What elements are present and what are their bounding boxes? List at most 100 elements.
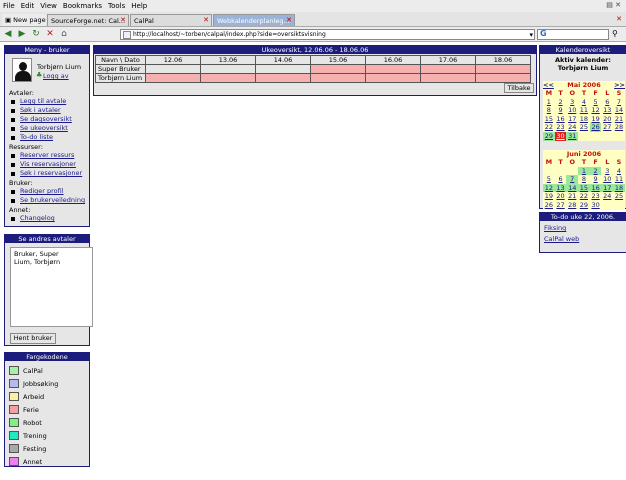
home-icon[interactable]: ⌂ [58,28,70,40]
day-cell[interactable] [255,64,311,74]
todo-item[interactable]: CalPal web [544,235,626,243]
link-search-reservations[interactable]: Søk i reservasjoner [11,169,89,178]
day-cell[interactable] [475,73,531,83]
tab-new-page[interactable]: ▣ New page [2,14,46,26]
calendar-day[interactable]: 30 [554,131,567,141]
link-week-overview[interactable]: Se ukeoversikt [11,124,89,133]
calendar-day[interactable]: 18 [613,183,625,193]
calendar-day[interactable]: 9 [590,175,602,184]
calendar-day[interactable]: 23 [555,123,567,132]
search-icon[interactable]: ⚲ [612,29,618,38]
calendar-day[interactable]: 5 [543,175,555,184]
calendar-day[interactable]: 22 [543,123,555,132]
link-show-reservations[interactable]: Vis reservasjoner [11,160,89,169]
calendar-day[interactable]: 20 [555,192,567,201]
calendar-day[interactable]: 27 [555,201,567,210]
back-button[interactable]: Tilbake [504,83,534,93]
calendar-day[interactable]: 25 [613,192,625,201]
calendar-day[interactable]: 4 [578,98,590,107]
calendar-day[interactable]: 28 [613,123,625,132]
calendar-day[interactable]: 1 [578,166,590,176]
calendar-day[interactable]: 6 [555,175,567,184]
close-tab-icon[interactable]: ✕ [120,16,126,24]
todo-item[interactable]: Fiksing [544,221,626,235]
stop-icon[interactable]: ✕ [44,28,56,40]
calendar-day[interactable]: 22 [578,192,590,201]
calendar-day[interactable]: 13 [601,106,613,115]
calendar-day[interactable]: 8 [543,106,555,115]
calendar-day[interactable]: 4 [613,167,625,176]
link-todo-list[interactable]: To-do liste [11,133,89,142]
fetch-user-button[interactable]: Hent bruker [10,333,56,344]
day-cell[interactable] [365,64,421,74]
calendar-day[interactable]: 7 [613,98,625,107]
close-tab-icon[interactable]: ✕ [286,16,292,24]
calendar-day[interactable]: 3 [601,167,613,176]
menu-view[interactable]: View [37,2,60,10]
calendar-day[interactable]: 21 [566,192,578,201]
window-controls-icon[interactable]: ▤ ✕ [603,1,624,9]
calendar-day[interactable]: 14 [613,106,625,115]
chevron-down-icon[interactable]: ▾ [529,30,533,40]
list-item[interactable]: Bruker, Super [14,250,89,258]
menu-help[interactable]: Help [128,2,150,10]
link-reserve-resource[interactable]: Reserver ressurs [11,151,89,160]
calendar-day[interactable]: 14 [566,183,579,193]
day-cell[interactable] [420,73,476,83]
calendar-day[interactable]: 5 [590,98,602,107]
calendar-day[interactable]: 15 [543,115,555,124]
tab-webkalender[interactable]: Webkalenderplanleg... ✕ [213,14,295,26]
calendar-day[interactable]: 24 [566,123,578,132]
calendar-day[interactable]: 2 [555,98,567,107]
calendar-day[interactable]: 16 [555,115,567,124]
calendar-day[interactable]: 3 [566,98,578,107]
calendar-day[interactable]: 7 [566,175,579,184]
day-cell[interactable] [365,73,421,83]
calendar-day[interactable]: 11 [613,175,625,184]
day-cell[interactable] [420,64,476,74]
day-cell[interactable] [200,64,256,74]
reload-icon[interactable]: ↻ [30,28,42,40]
day-cell[interactable] [310,73,366,83]
calendar-day[interactable]: 31 [566,131,579,141]
calendar-day[interactable]: 24 [601,192,613,201]
link-day-overview[interactable]: Se dagsoversikt [11,115,89,124]
prev-month-link[interactable]: << [543,81,554,89]
menu-file[interactable]: File [0,2,18,10]
next-month-link[interactable]: >> [614,81,625,89]
calendar-day[interactable]: 25 [578,123,590,132]
menu-tools[interactable]: Tools [105,2,128,10]
calendar-day[interactable]: 19 [590,115,602,124]
day-cell[interactable] [145,73,201,83]
day-cell[interactable] [145,64,201,74]
search-input[interactable]: G [537,29,609,40]
calendar-day[interactable]: 16 [589,183,602,193]
menu-bookmarks[interactable]: Bookmarks [60,2,105,10]
tab-sourceforge[interactable]: SourceForge.net: Cal... ✕ [47,14,129,26]
calendar-day[interactable]: 19 [543,192,555,201]
calendar-day[interactable]: 20 [601,115,613,124]
calendar-day[interactable]: 9 [555,106,567,115]
calendar-day[interactable]: 17 [566,115,578,124]
list-item[interactable]: Lium, Torbjørn [14,258,89,266]
link-search-appointments[interactable]: Søk i avtaler [11,106,89,115]
calendar-day[interactable]: 1 [543,98,555,107]
link-changelog[interactable]: Changelog [11,214,89,223]
calendar-day[interactable]: 8 [578,175,590,184]
user-select-list[interactable]: Bruker, Super Lium, Torbjørn [10,247,93,327]
calendar-day[interactable]: 18 [578,115,590,124]
calendar-day[interactable]: 26 [543,201,555,210]
menu-edit[interactable]: Edit [18,2,38,10]
calendar-day[interactable]: 2 [589,166,602,176]
calendar-day[interactable]: 28 [566,201,578,210]
close-tab-icon[interactable]: ✕ [203,16,209,24]
back-arrow-icon[interactable]: ◀ [2,28,14,40]
close-window-tab-icon[interactable]: ✕ [616,15,622,23]
day-cell[interactable] [310,64,366,74]
day-cell[interactable] [475,64,531,74]
link-add-appointment[interactable]: Legg til avtale [11,97,89,106]
day-cell[interactable] [200,73,256,83]
calendar-day[interactable]: 15 [578,183,590,193]
calendar-day[interactable]: 29 [578,201,590,210]
calendar-day[interactable]: 30 [590,201,602,210]
